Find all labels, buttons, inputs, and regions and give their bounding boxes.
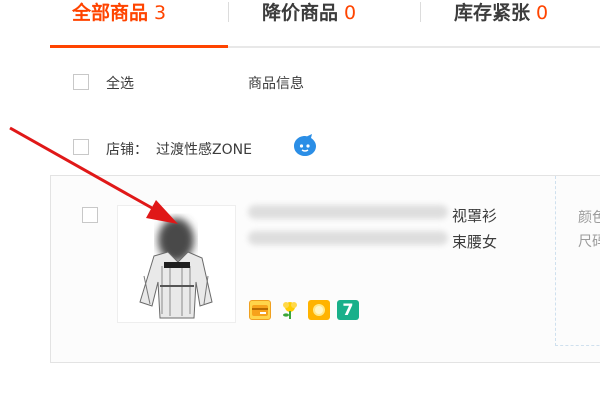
- tab-count: 0: [536, 2, 549, 24]
- item-checkbox[interactable]: [82, 207, 98, 223]
- tab-label: 降价商品: [262, 2, 339, 24]
- tab-count: 3: [154, 2, 167, 24]
- blurred-title-line: [248, 205, 448, 219]
- shop-name-link[interactable]: 过渡性感ZONE: [156, 139, 252, 159]
- flower-icon[interactable]: [279, 300, 301, 320]
- tab-label: 全部商品: [72, 2, 149, 24]
- shop-checkbox[interactable]: [73, 139, 89, 155]
- sun-icon[interactable]: [308, 300, 330, 320]
- credit-card-icon[interactable]: [249, 300, 271, 320]
- shop-prefix-label: 店铺：: [106, 142, 148, 158]
- select-all-checkbox[interactable]: [73, 74, 89, 90]
- select-all-label[interactable]: 全选: [106, 73, 134, 93]
- item-title-visible-part[interactable]: 束腰女: [452, 231, 497, 252]
- tab-count: 0: [344, 2, 357, 24]
- product-thumbnail[interactable]: [117, 205, 236, 323]
- blurred-title-line: [248, 231, 448, 245]
- tab-price-drop[interactable]: 降价商品 0: [228, 0, 420, 46]
- item-properties-panel[interactable]: [555, 176, 600, 346]
- tab-label: 库存紧张: [454, 2, 531, 24]
- tab-bar: 全部商品 3 降价商品 0 库存紧张 0: [50, 0, 600, 48]
- product-info-header: 商品信息: [248, 76, 304, 92]
- item-title-visible-part[interactable]: 视罩衫: [452, 205, 497, 226]
- tab-low-stock[interactable]: 库存紧张 0: [420, 0, 600, 46]
- property-size-label: 尺码: [578, 234, 600, 250]
- seven-day-return-text: 7: [342, 300, 354, 319]
- seven-day-return-icon[interactable]: 7: [337, 300, 359, 320]
- tab-all-products[interactable]: 全部商品 3: [50, 0, 228, 48]
- wangwang-chat-icon[interactable]: [292, 133, 318, 159]
- property-color-label: 颜色: [578, 210, 600, 226]
